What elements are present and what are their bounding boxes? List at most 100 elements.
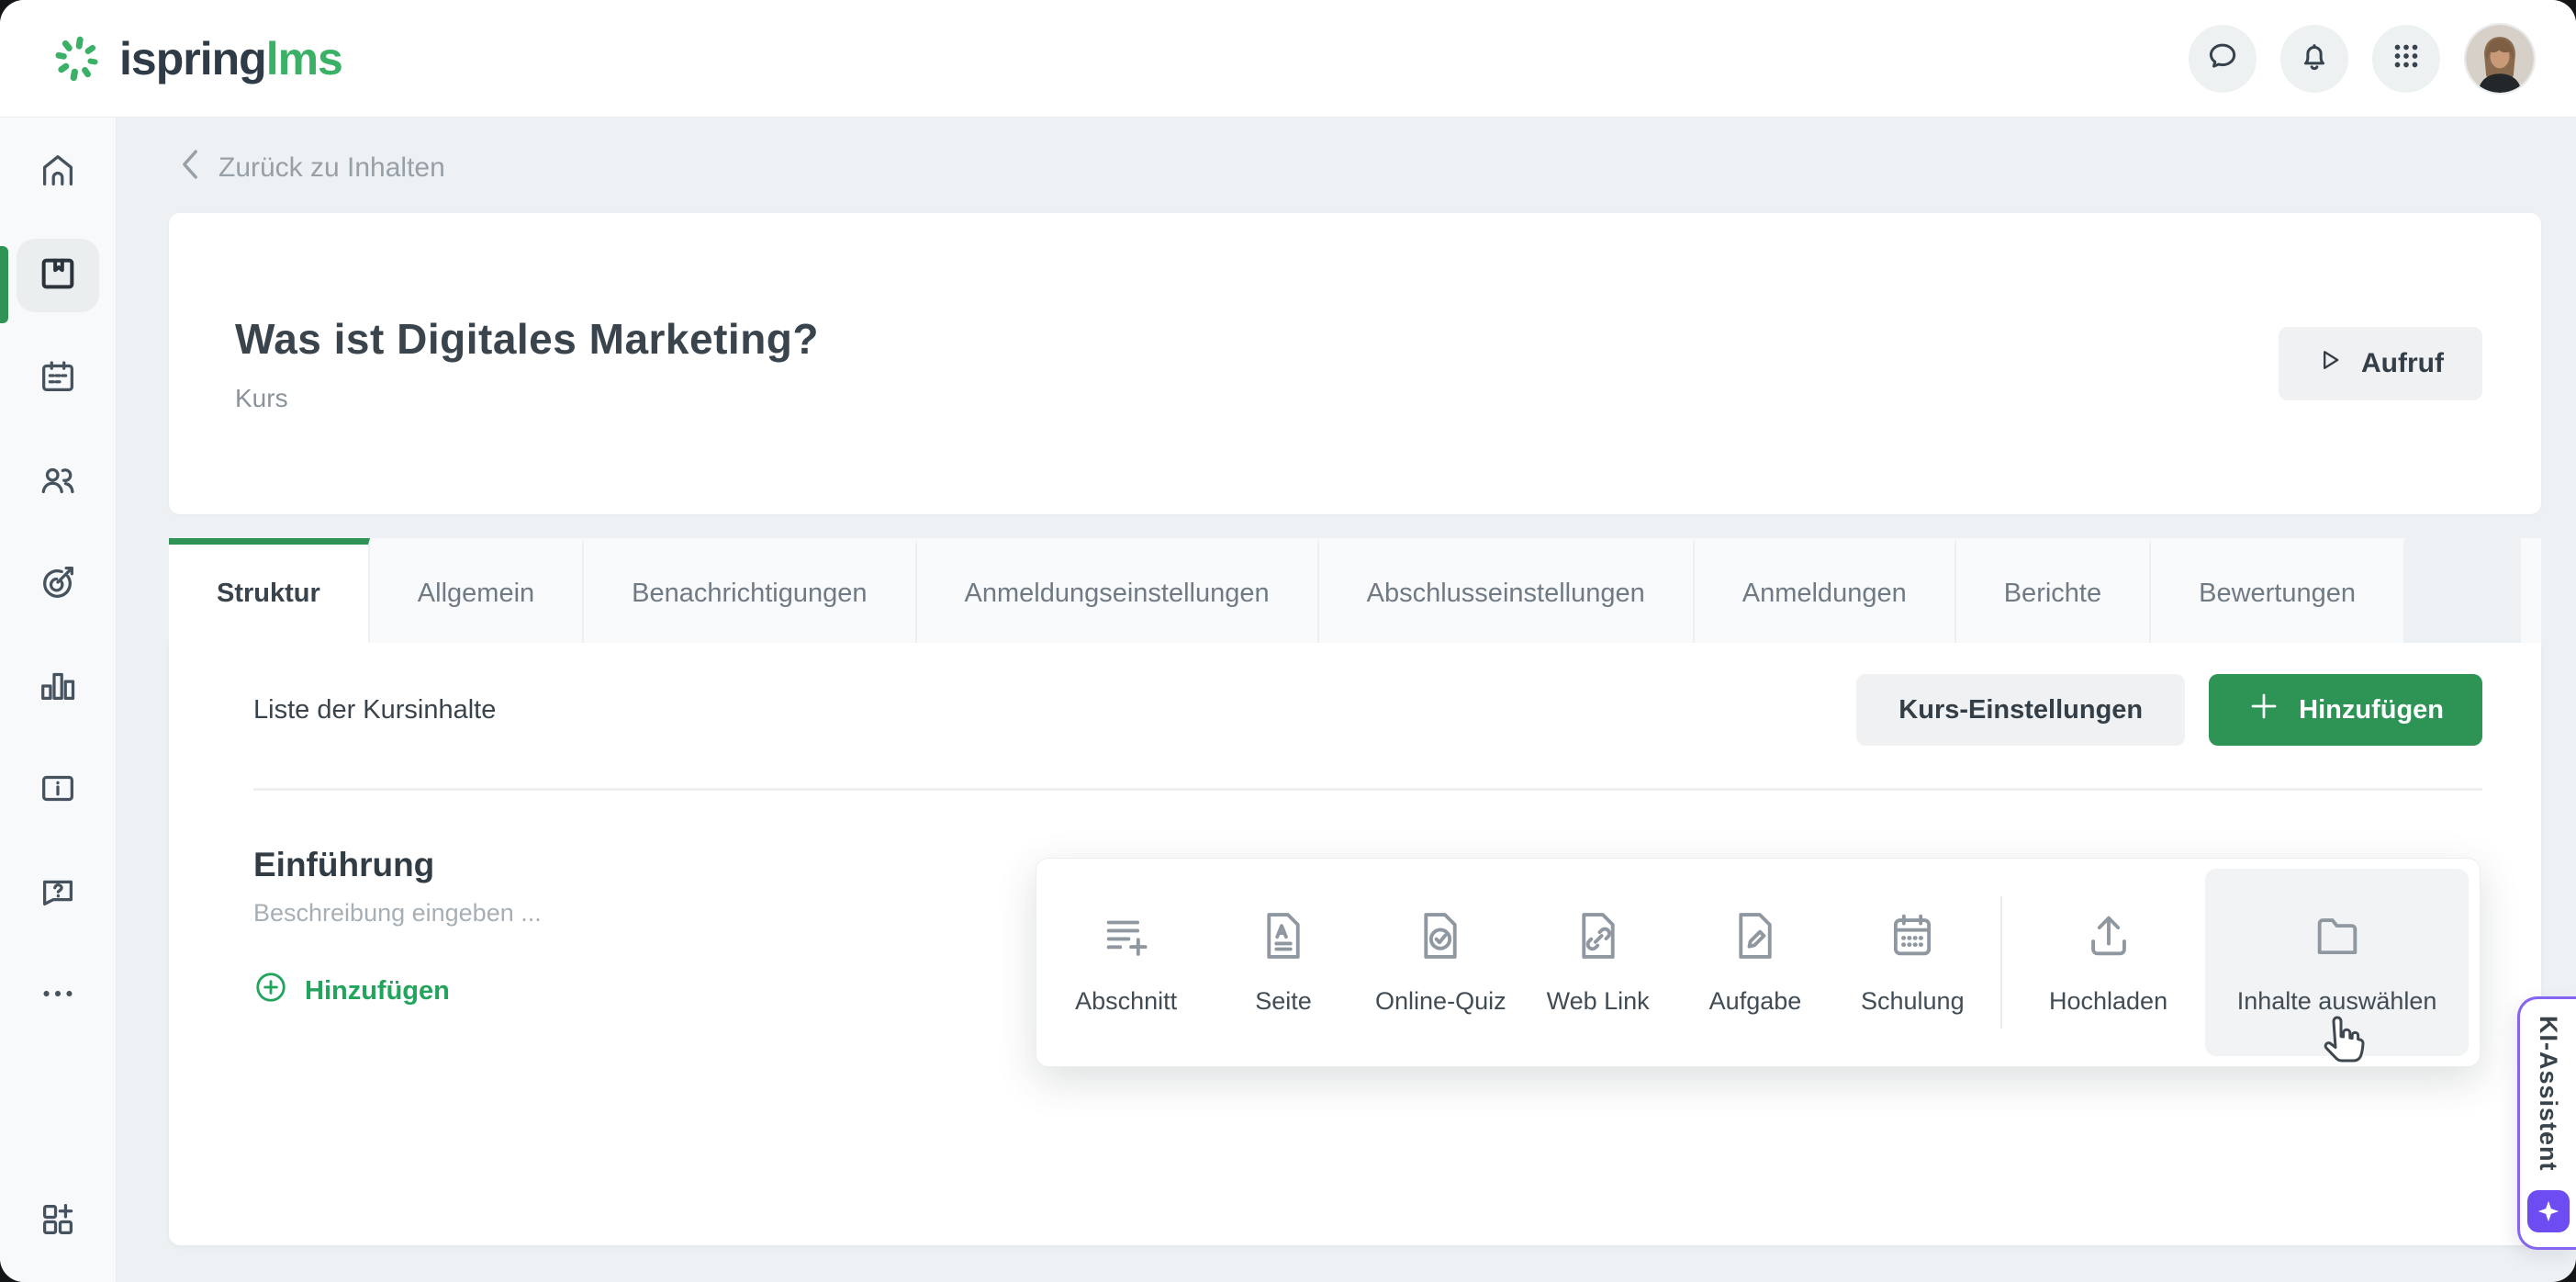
users-icon — [37, 458, 79, 505]
tab-allgemein[interactable]: Allgemein — [370, 538, 584, 643]
ai-assistant-label: KI-Assistent — [2534, 1016, 2562, 1172]
ispring-burst-icon — [51, 33, 103, 84]
brand-suffix: lms — [266, 33, 342, 84]
menu-item-label: Web Link — [1547, 987, 1650, 1016]
preview-button[interactable]: Aufruf — [2279, 327, 2482, 400]
tab-anmeldungseinstellungen[interactable]: Anmeldungseinstellungen — [917, 538, 1319, 643]
sidebar-nav — [0, 118, 116, 1032]
breadcrumb-label: Zurück zu Inhalten — [218, 152, 445, 184]
app-body: Zurück zu Inhalten Was ist Digitales Mar… — [0, 118, 2576, 1282]
sidebar-item-home[interactable] — [17, 136, 99, 209]
sidebar-item-info[interactable] — [17, 753, 99, 827]
page-title: Was ist Digitales Marketing? — [235, 314, 819, 364]
more-icon — [37, 973, 79, 1019]
menu-item-label: Inhalte auswählen — [2237, 987, 2437, 1016]
upload-icon — [2082, 909, 2135, 967]
add-content-button-label: Hinzufügen — [2299, 695, 2444, 725]
menu-item-label: Online-Quiz — [1375, 987, 1506, 1016]
menu-item-label: Hochladen — [2049, 987, 2167, 1016]
menu-item-hochladen[interactable]: Hochladen — [2011, 869, 2205, 1056]
brand-name: ispringlms — [119, 32, 342, 85]
course-type-label: Kurs — [235, 384, 819, 413]
notifications-icon — [2297, 39, 2332, 78]
tab-abschlusseinstellungen[interactable]: Abschlusseinstellungen — [1319, 538, 1695, 643]
tab-berichte[interactable]: Berichte — [1956, 538, 2151, 643]
menu-divider — [2000, 896, 2002, 1029]
course-header-card: Was ist Digitales Marketing? Kurs Aufruf — [169, 213, 2541, 514]
course-tabs: Struktur Allgemein Benachrichtigungen An… — [169, 538, 2541, 643]
sidebar-item-users[interactable] — [17, 444, 99, 518]
ai-assistant-tab[interactable]: KI-Assistent — [2517, 996, 2576, 1250]
sparkle-icon — [2527, 1190, 2570, 1232]
menu-item-aufgabe[interactable]: Aufgabe — [1676, 869, 1833, 1056]
menu-item-label: Abschnitt — [1075, 987, 1177, 1016]
menu-item-seite[interactable]: Seite — [1204, 869, 1361, 1056]
sidebar-bottom — [0, 1185, 116, 1258]
menu-item-schulung[interactable]: Schulung — [1834, 869, 1991, 1056]
play-icon — [2317, 347, 2343, 380]
section-list-plus-icon — [1100, 909, 1153, 967]
tabs-filler — [2405, 538, 2521, 643]
course-title-block: Was ist Digitales Marketing? Kurs — [235, 314, 819, 413]
menu-item-label: Seite — [1255, 987, 1312, 1016]
page-pencil-icon — [1729, 909, 1782, 967]
add-content-menu: Abschnitt Seite — [1036, 858, 2481, 1067]
sidebar-item-reports[interactable] — [17, 650, 99, 724]
sidebar-item-support[interactable] — [17, 856, 99, 929]
app-window: ispringlms — [0, 0, 2576, 1282]
content-list-title: Liste der Kursinhalte — [253, 695, 496, 725]
tab-benachrichtigungen[interactable]: Benachrichtigungen — [584, 538, 916, 643]
user-avatar[interactable] — [2464, 23, 2536, 95]
circled-plus-icon — [253, 970, 288, 1012]
preview-button-label: Aufruf — [2361, 348, 2444, 379]
bar-chart-icon — [37, 664, 79, 711]
sidebar-item-goals[interactable] — [17, 547, 99, 621]
active-nav-indicator — [0, 246, 8, 323]
breadcrumb[interactable]: Zurück zu Inhalten — [180, 149, 2576, 187]
help-bubble-icon — [37, 870, 79, 917]
add-content-button[interactable]: Hinzufügen — [2209, 674, 2482, 746]
notifications-button[interactable] — [2280, 25, 2348, 93]
menu-item-label: Schulung — [1861, 987, 1965, 1016]
home-icon — [37, 150, 79, 197]
course-settings-button[interactable]: Kurs-Einstellungen — [1856, 674, 2185, 746]
sidebar-item-more[interactable] — [17, 959, 99, 1032]
sidebar-item-calendar[interactable] — [17, 342, 99, 415]
topbar-actions — [2189, 23, 2536, 95]
goal-icon — [37, 561, 79, 608]
calendar-icon — [37, 355, 79, 402]
topbar: ispringlms — [0, 0, 2576, 118]
plus-icon — [2247, 690, 2280, 730]
messages-icon — [2205, 39, 2240, 78]
tab-overflow-sliver — [2521, 538, 2541, 643]
menu-item-label: Aufgabe — [1709, 987, 1802, 1016]
tab-anmeldungen[interactable]: Anmeldungen — [1695, 538, 1956, 643]
main-content: Zurück zu Inhalten Was ist Digitales Mar… — [118, 118, 2576, 1282]
book-icon — [37, 253, 79, 299]
content-list-actions: Kurs-Einstellungen Hinzufügen — [1856, 674, 2482, 746]
add-item-link-label: Hinzufügen — [305, 976, 450, 1006]
sidebar — [0, 118, 117, 1282]
add-item-link[interactable]: Hinzufügen — [253, 970, 450, 1012]
menu-item-web-link[interactable]: Web Link — [1519, 869, 1676, 1056]
add-apps-icon — [37, 1198, 79, 1245]
page-link-icon — [1572, 909, 1625, 967]
chevron-left-icon — [180, 149, 200, 187]
course-page: Was ist Digitales Marketing? Kurs Aufruf… — [169, 213, 2541, 1245]
page-text-icon — [1257, 909, 1310, 967]
tab-bewertungen[interactable]: Bewertungen — [2151, 538, 2405, 643]
folder-icon — [2311, 909, 2364, 967]
apps-button[interactable] — [2372, 25, 2440, 93]
logo[interactable]: ispringlms — [51, 32, 342, 85]
calendar-icon — [1886, 909, 1939, 967]
content-list-header: Liste der Kursinhalte Kurs-Einstellungen… — [253, 643, 2482, 746]
tab-struktur[interactable]: Struktur — [169, 538, 370, 643]
sidebar-item-courses[interactable] — [17, 239, 99, 312]
menu-item-inhalte-auswaehlen[interactable]: Inhalte auswählen — [2205, 869, 2469, 1056]
apps-grid-icon — [2389, 39, 2424, 78]
sidebar-item-add-apps[interactable] — [17, 1185, 99, 1258]
menu-item-online-quiz[interactable]: Online-Quiz — [1362, 869, 1519, 1056]
info-panel-icon — [37, 767, 79, 814]
menu-item-abschnitt[interactable]: Abschnitt — [1047, 869, 1204, 1056]
messages-button[interactable] — [2189, 25, 2257, 93]
